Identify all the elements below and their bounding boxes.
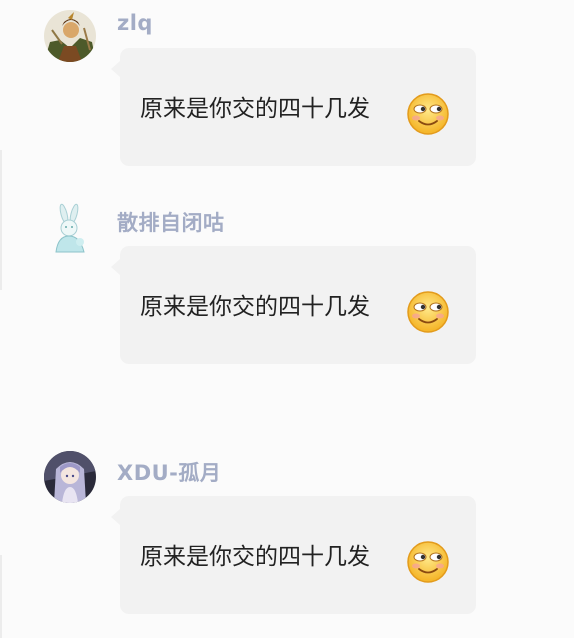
scroll-edge xyxy=(0,150,2,290)
message-bubble[interactable]: 原来是你交的四十几发 xyxy=(111,496,476,614)
sly-smile-emoji xyxy=(407,291,449,333)
chat-page: zlq 原来是你交的四十几发 散排自闭咕 原来是你交的四十几发 XDU-孤月 原… xyxy=(0,0,574,638)
message-text: 原来是你交的四十几发 xyxy=(140,294,370,320)
warrior-avatar[interactable] xyxy=(44,10,96,62)
sly-smile-emoji xyxy=(407,93,449,135)
message-text: 原来是你交的四十几发 xyxy=(140,544,370,570)
message-bubble[interactable]: 原来是你交的四十几发 xyxy=(111,48,476,166)
anime-girl-avatar[interactable] xyxy=(44,451,96,503)
author-name[interactable]: zlq xyxy=(117,11,153,35)
author-name[interactable]: XDU-孤月 xyxy=(117,457,221,487)
message-text: 原来是你交的四十几发 xyxy=(140,96,370,122)
sly-smile-emoji xyxy=(407,541,449,583)
message-bubble[interactable]: 原来是你交的四十几发 xyxy=(111,246,476,364)
author-name[interactable]: 散排自闭咕 xyxy=(117,207,225,237)
rabbit-avatar[interactable] xyxy=(44,202,96,254)
scroll-edge xyxy=(0,555,2,638)
